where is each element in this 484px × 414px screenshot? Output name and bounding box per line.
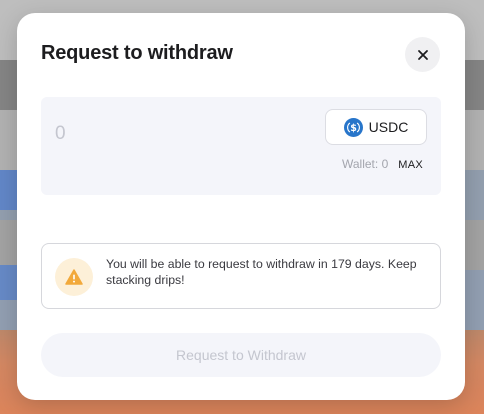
token-selector-button[interactable]: $ USDC	[325, 109, 427, 145]
notice-text: You will be able to request to withdraw …	[106, 257, 417, 287]
modal-title: Request to withdraw	[41, 42, 233, 64]
svg-text:$: $	[350, 122, 357, 133]
withdraw-notice: You will be able to request to withdraw …	[41, 243, 441, 309]
max-button[interactable]: MAX	[398, 159, 423, 171]
warning-icon	[65, 269, 83, 285]
close-icon	[417, 49, 428, 60]
wallet-balance: Wallet: 0	[342, 157, 389, 171]
amount-input[interactable]	[53, 119, 297, 149]
amount-panel: $ USDC Wallet: 0 MAX	[41, 97, 441, 195]
warning-badge	[55, 258, 93, 296]
wallet-row: Wallet: 0 MAX	[342, 157, 423, 171]
request-withdraw-button[interactable]: Request to Withdraw	[41, 333, 441, 377]
token-label: USDC	[368, 119, 409, 135]
withdraw-modal: Request to withdraw $ USDC Wallet: 0 MAX	[17, 13, 465, 400]
usdc-icon: $	[343, 117, 363, 137]
close-button[interactable]	[405, 37, 440, 72]
